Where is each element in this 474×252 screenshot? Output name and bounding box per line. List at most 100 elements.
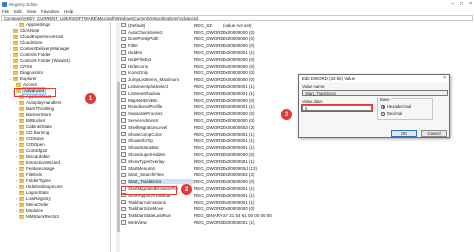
ok-button[interactable]: OK: [391, 130, 417, 137]
folder-icon: [19, 185, 24, 189]
value-name: JumpListItems_Maximum: [128, 77, 180, 83]
value-data: 0x00000001 (1): [223, 220, 255, 225]
value-row[interactable]: DontPrettyPath REG_DWORD 0x00000000 (0): [121, 36, 474, 43]
value-name: ShowSuperHidden: [128, 152, 166, 158]
value-type: REG_DWORD: [194, 84, 224, 90]
binary-value-icon: [121, 220, 126, 225]
address-bar[interactable]: Computer\HKEY_CURRENT_USER\SOFTWARE\Micr…: [1, 15, 473, 21]
value-row[interactable]: TaskbarSizeMove REG_DWORD 0x00000000 (0): [121, 206, 474, 213]
value-name: ServerAdminUI: [128, 118, 159, 124]
value-row[interactable]: HideIcons REG_DWORD 0x00000000 (0): [121, 63, 474, 70]
menu-favorites[interactable]: Favorites: [41, 9, 59, 14]
value-type: REG_DWORD: [194, 124, 224, 130]
window-title: Registry Editor: [9, 1, 38, 7]
folder-icon: [19, 191, 24, 195]
value-name: WebView: [128, 220, 147, 225]
value-data: 0x00000000 (0): [223, 70, 255, 76]
value-type: REG_DWORD: [194, 131, 224, 137]
folder-icon: [19, 113, 24, 117]
value-name: TaskbarSizeMove: [128, 206, 164, 212]
value-data: 0x00000000 (0): [223, 56, 255, 62]
value-data: 0x00000001 (1): [223, 138, 255, 144]
value-name: TaskbarStateLastRun: [128, 213, 172, 219]
menu-file[interactable]: File: [2, 9, 9, 14]
value-name: ShowCompColor: [128, 131, 163, 137]
value-row[interactable]: TaskbarAnimations REG_DWORD 0x00000001 (1): [121, 199, 474, 206]
value-data: 0x00000000 (0): [223, 29, 255, 35]
binary-value-icon: [121, 179, 126, 184]
binary-value-icon: [121, 200, 126, 205]
value-row[interactable]: ShowTypeOverlay REG_DWORD 0x00000001 (1): [121, 158, 474, 165]
value-data-field[interactable]: 0: [301, 104, 373, 112]
value-data: 0x00000000 (0): [223, 63, 255, 69]
value-name: ListviewShadow: [128, 90, 161, 96]
advanced-key-highlight: [14, 88, 56, 97]
folder-icon: [16, 83, 21, 87]
value-row[interactable]: AutoCheckSelect REG_DWORD 0x00000000 (0): [121, 29, 474, 36]
value-name: IconsOnly: [128, 70, 149, 76]
value-data: 0x00000000 (0): [223, 152, 255, 158]
value-data: 0x00000001 (1): [223, 199, 255, 205]
value-data: 0x00000001 (1): [223, 131, 255, 137]
value-name-field[interactable]: Start_TrackDocs: [302, 90, 448, 96]
registry-key-tree[interactable]: › AppSettings ClickNote › CloudExperienceHos…: [1, 22, 111, 252]
value-data: 0x00000001 (1): [223, 145, 255, 151]
title-bar: Registry Editor – □ ×: [0, 0, 474, 8]
value-data: 0x00000003 (3): [223, 124, 255, 130]
hexadecimal-radio[interactable]: Hexadecimal: [381, 104, 411, 109]
binary-value-icon: [121, 43, 126, 48]
value-row[interactable]: (Default) REG_SZ (value not set): [121, 22, 474, 29]
value-type: REG_DWORD: [194, 220, 224, 225]
value-type: REG_DWORD: [194, 90, 224, 96]
folder-icon: [13, 47, 18, 51]
minimize-icon[interactable]: –: [451, 1, 454, 7]
string-value-icon: [121, 23, 126, 28]
folder-icon: [13, 71, 18, 75]
binary-value-icon: [121, 57, 126, 62]
binary-value-icon: [121, 138, 126, 144]
value-row[interactable]: ShowStatusBar REG_DWORD 0x00000001 (1): [121, 144, 474, 151]
maximize-icon[interactable]: □: [460, 1, 463, 7]
value-row[interactable]: WebView REG_DWORD 0x00000001 (1): [121, 219, 474, 226]
scrollbar-thumb[interactable]: [116, 82, 120, 232]
folder-icon: [13, 77, 18, 81]
value-type: REG_DWORD: [194, 158, 224, 164]
value-data: 0x00000000 (0): [223, 206, 255, 212]
menu-view[interactable]: View: [27, 9, 36, 14]
tree-item[interactable]: MMStuckRects3: [1, 214, 110, 220]
binary-value-icon: [121, 77, 126, 82]
menu-edit[interactable]: Edit: [14, 9, 22, 14]
value-row[interactable]: Start_TrackDocs REG_DWORD 0x00000000 (0): [121, 178, 474, 185]
value-row[interactable]: Hidden REG_DWORD 0x00000001 (1): [121, 49, 474, 56]
radio-selected-icon: [381, 104, 385, 109]
tree-scrollbar[interactable]: [116, 22, 120, 252]
folder-icon: [19, 155, 24, 159]
value-type: REG_DWORD: [194, 165, 224, 171]
binary-value-icon: [121, 104, 126, 110]
decimal-radio[interactable]: Decimal: [381, 111, 402, 116]
dialog-close-icon[interactable]: ×: [443, 75, 446, 82]
value-row[interactable]: TaskbarStateLastRun REG_BINARY a7 21 54 61…: [121, 212, 474, 219]
value-row[interactable]: ShowSuperHidden REG_DWORD 0x00000000 (0): [121, 151, 474, 158]
value-data: 0x00000001 (1): [223, 84, 255, 90]
value-name: TaskbarAnimations: [128, 199, 167, 205]
value-data: 0x00000000 (0): [223, 179, 255, 185]
value-type: REG_DWORD: [194, 138, 224, 144]
close-icon[interactable]: ×: [469, 1, 472, 7]
value-type: REG_DWORD: [194, 29, 224, 35]
value-row[interactable]: Filter REG_DWORD 0x00000000 (0): [121, 42, 474, 49]
binary-value-icon: [121, 125, 126, 130]
value-row[interactable]: Start_SearchFiles REG_DWORD 0x00000002 (2): [121, 172, 474, 179]
menu-help[interactable]: Help: [64, 9, 73, 14]
folder-icon: [19, 137, 24, 141]
value-data: 0x00000001 (1): [223, 104, 255, 110]
value-type: REG_DWORD: [194, 36, 224, 42]
dialog-title: Edit DWORD (32-bit) Value: [302, 76, 356, 81]
value-row[interactable]: HideFileExt REG_DWORD 0x00000000 (0): [121, 56, 474, 63]
value-row[interactable]: ShowInfoTip REG_DWORD 0x00000001 (1): [121, 138, 474, 145]
value-row[interactable]: StartMenuInit REG_DWORD 0x0000000d (13): [121, 165, 474, 172]
folder-icon: [13, 53, 18, 57]
value-name: Start_SearchFiles: [128, 172, 164, 178]
value-type: REG_DWORD: [194, 50, 224, 56]
cancel-button[interactable]: Cancel: [421, 130, 447, 137]
